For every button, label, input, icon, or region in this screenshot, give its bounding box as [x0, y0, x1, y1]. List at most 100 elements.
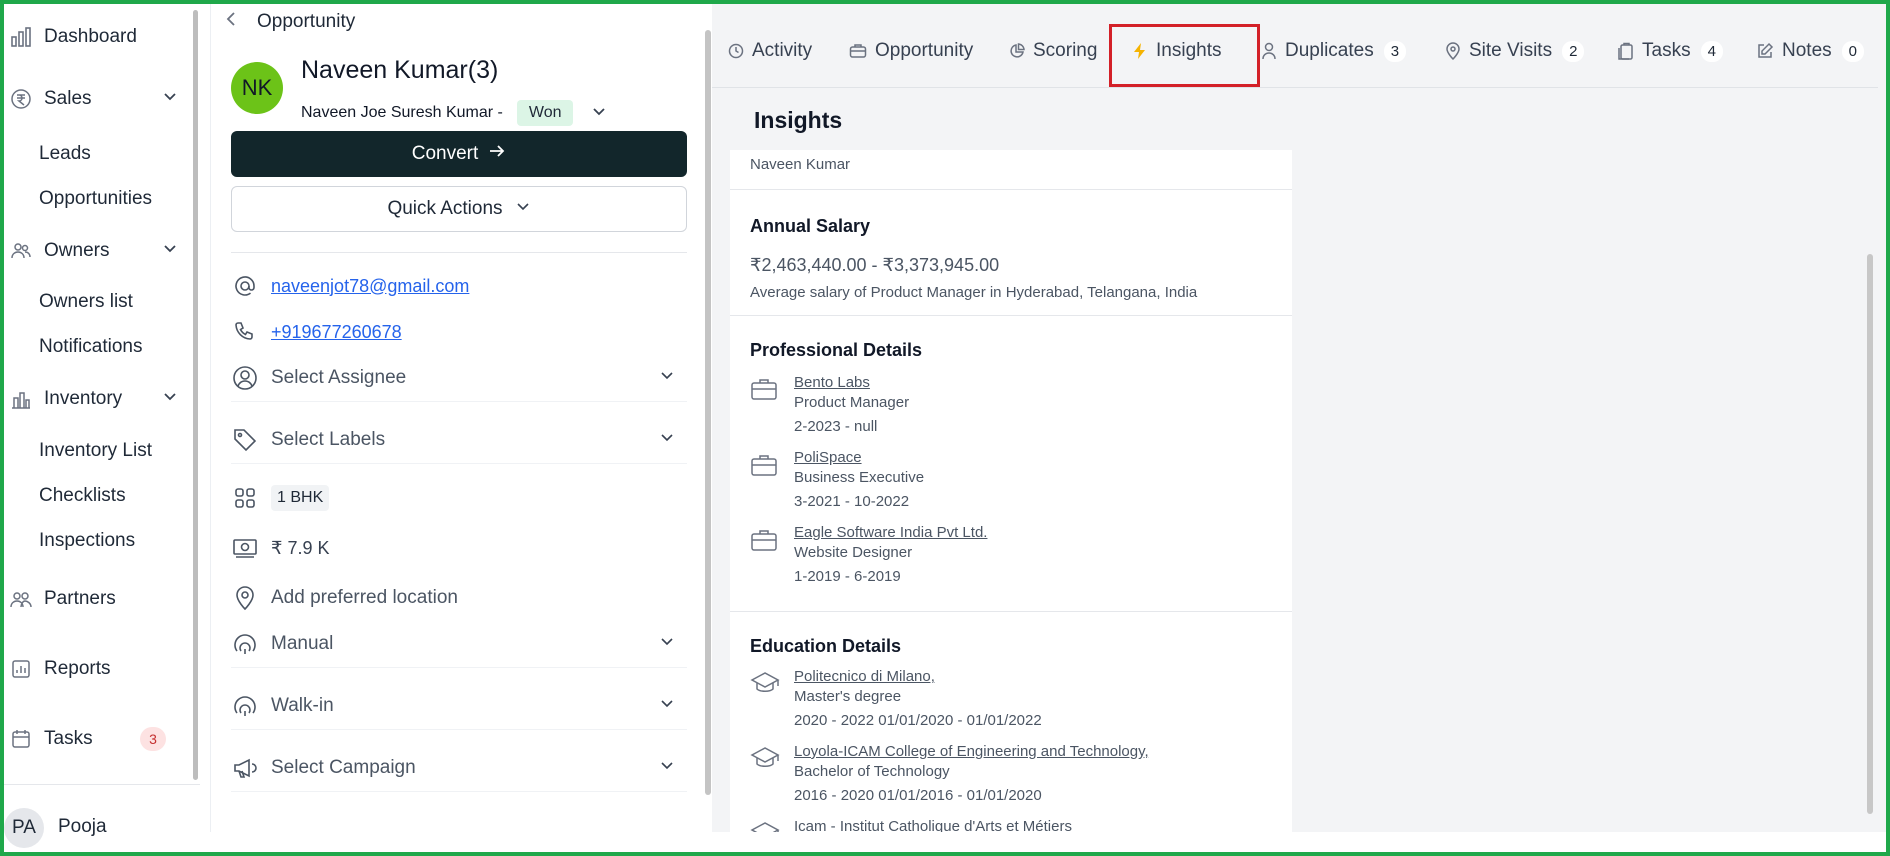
sidebar-item-sales[interactable]: Sales [4, 86, 200, 112]
tab-scoring[interactable]: Scoring [1009, 40, 1097, 62]
rupee-circle-icon [8, 86, 34, 112]
tab-label: Notes [1782, 40, 1832, 61]
contact-full-name: Naveen Joe Suresh Kumar - [301, 104, 503, 121]
quick-actions-button[interactable]: Quick Actions [231, 186, 687, 232]
degree: Master's degree [794, 688, 902, 705]
cash-icon [231, 534, 259, 562]
sidebar-item-label: Dashboard [44, 26, 137, 47]
briefcase-icon [849, 43, 867, 59]
megaphone-icon [231, 754, 259, 782]
tab-notes[interactable]: Notes 0 [1756, 40, 1864, 62]
report-icon [8, 656, 34, 682]
sidebar-item-dashboard[interactable]: Dashboard [4, 24, 137, 50]
sub-source-select[interactable]: Walk-in [231, 682, 687, 730]
labels-select[interactable]: Select Labels [231, 416, 687, 464]
arrow-right-icon [488, 142, 506, 166]
tab-count-badge: 2 [1562, 40, 1585, 62]
sidebar-item-checklists[interactable]: Checklists [39, 485, 126, 507]
map-pin-icon [1445, 42, 1461, 60]
sidebar-item-reports[interactable]: Reports [4, 656, 111, 682]
campaign-placeholder: Select Campaign [271, 756, 416, 778]
sidebar-item-partners[interactable]: Partners [4, 586, 116, 612]
sidebar: Dashboard Sales Leads Opportunities Owne… [4, 4, 200, 852]
unit-type-chip: 1 BHK [271, 485, 330, 511]
company-link[interactable]: PoliSpace [794, 449, 862, 466]
tab-site-visits[interactable]: Site Visits 2 [1445, 40, 1585, 62]
grid-icon [231, 484, 259, 512]
tab-duplicates[interactable]: Duplicates 3 [1261, 40, 1407, 62]
chevron-down-icon [659, 633, 675, 655]
chevron-down-icon [659, 695, 675, 717]
tag-icon [231, 426, 259, 454]
tab-label: Duplicates [1285, 40, 1374, 61]
school-link[interactable]: Icam - Institut Catholique d'Arts et Mét… [794, 818, 1072, 832]
chevron-down-icon[interactable] [591, 103, 607, 124]
tab-label: Activity [752, 40, 813, 61]
back-arrow-icon[interactable] [225, 10, 239, 33]
sidebar-item-inspections[interactable]: Inspections [39, 530, 135, 552]
salary-range: ₹2,463,440.00 - ₹3,373,945.00 [750, 255, 1000, 275]
sidebar-item-inventory-list[interactable]: Inventory List [39, 440, 152, 462]
partners-icon [8, 586, 34, 612]
users-icon [8, 238, 34, 264]
sidebar-item-opportunities[interactable]: Opportunities [39, 188, 152, 210]
budget-value: ₹ 7.9 K [271, 537, 330, 558]
sidebar-scrollbar[interactable] [193, 10, 198, 780]
chevron-down-icon[interactable] [162, 88, 178, 110]
campaign-select[interactable]: Select Campaign [231, 744, 687, 792]
sidebar-item-notifications[interactable]: Notifications [39, 336, 143, 358]
tab-opportunity[interactable]: Opportunity [849, 40, 973, 62]
panel-scrollbar[interactable] [705, 30, 711, 795]
briefcase-icon [750, 527, 780, 557]
company-link[interactable]: Eagle Software India Pvt Ltd. [794, 524, 987, 541]
sidebar-item-owners-list[interactable]: Owners list [39, 291, 133, 313]
chevron-down-icon[interactable] [162, 388, 178, 410]
graduation-cap-icon [750, 745, 780, 775]
insights-title: Insights [754, 107, 843, 133]
source-select[interactable]: Manual [231, 620, 687, 668]
chevron-down-icon [659, 757, 675, 779]
education-period: 2020 - 2022 01/01/2020 - 01/01/2022 [794, 712, 1042, 729]
phone-row: +919677260678 [231, 318, 687, 346]
at-sign-icon [231, 272, 259, 300]
tab-label: Opportunity [875, 40, 974, 61]
sidebar-item-inventory[interactable]: Inventory [4, 386, 200, 412]
budget-row: ₹ 7.9 K [231, 534, 687, 562]
job-role: Website Designer [794, 544, 913, 561]
detail-scrollbar[interactable] [1867, 254, 1873, 814]
sidebar-item-label: Partners [44, 588, 116, 609]
sidebar-item-tasks[interactable]: Tasks 3 [4, 726, 200, 752]
sidebar-item-label: Inventory [44, 388, 123, 409]
location-row[interactable]: Add preferred location [231, 584, 687, 612]
school-link[interactable]: Politecnico di Milano, [794, 668, 935, 685]
breadcrumb-title: Opportunity [257, 10, 356, 32]
education-details-section: Education Details Politecnico di Milano,… [730, 612, 1292, 832]
calendar-icon [8, 726, 34, 752]
school-link[interactable]: Loyola-ICAM College of Engineering and T… [794, 743, 1149, 760]
convert-button[interactable]: Convert [231, 131, 687, 177]
tab-label: Tasks [1642, 40, 1691, 61]
sidebar-item-label: Reports [44, 658, 111, 679]
tab-activity[interactable]: Activity [728, 40, 812, 62]
company-link[interactable]: Bento Labs [794, 374, 870, 391]
sidebar-item-leads[interactable]: Leads [39, 143, 91, 165]
sidebar-item-label: Sales [44, 88, 92, 109]
assignee-placeholder: Select Assignee [271, 366, 407, 388]
chevron-down-icon[interactable] [162, 240, 178, 262]
user-circle-icon [231, 364, 259, 392]
unit-type-row: 1 BHK [231, 484, 687, 512]
assignee-select[interactable]: Select Assignee [231, 354, 687, 402]
briefcase-icon [750, 452, 780, 482]
user-avatar[interactable]: PA [4, 808, 44, 848]
phone-link[interactable]: +919677260678 [271, 322, 402, 343]
job-role: Business Executive [794, 469, 925, 486]
tab-tasks[interactable]: Tasks 4 [1618, 40, 1723, 62]
contact-name: Naveen Kumar(3) [301, 56, 499, 84]
tab-count-badge: 3 [1383, 40, 1407, 62]
user-name[interactable]: Pooja [58, 816, 107, 838]
email-link[interactable]: naveenjot78@gmail.com [271, 276, 469, 297]
source-icon [231, 692, 259, 720]
breadcrumb: Opportunity [225, 10, 355, 33]
annual-salary-section: Annual Salary ₹2,463,440.00 - ₹3,373,945… [730, 190, 1292, 316]
sidebar-item-owners[interactable]: Owners [4, 238, 200, 264]
